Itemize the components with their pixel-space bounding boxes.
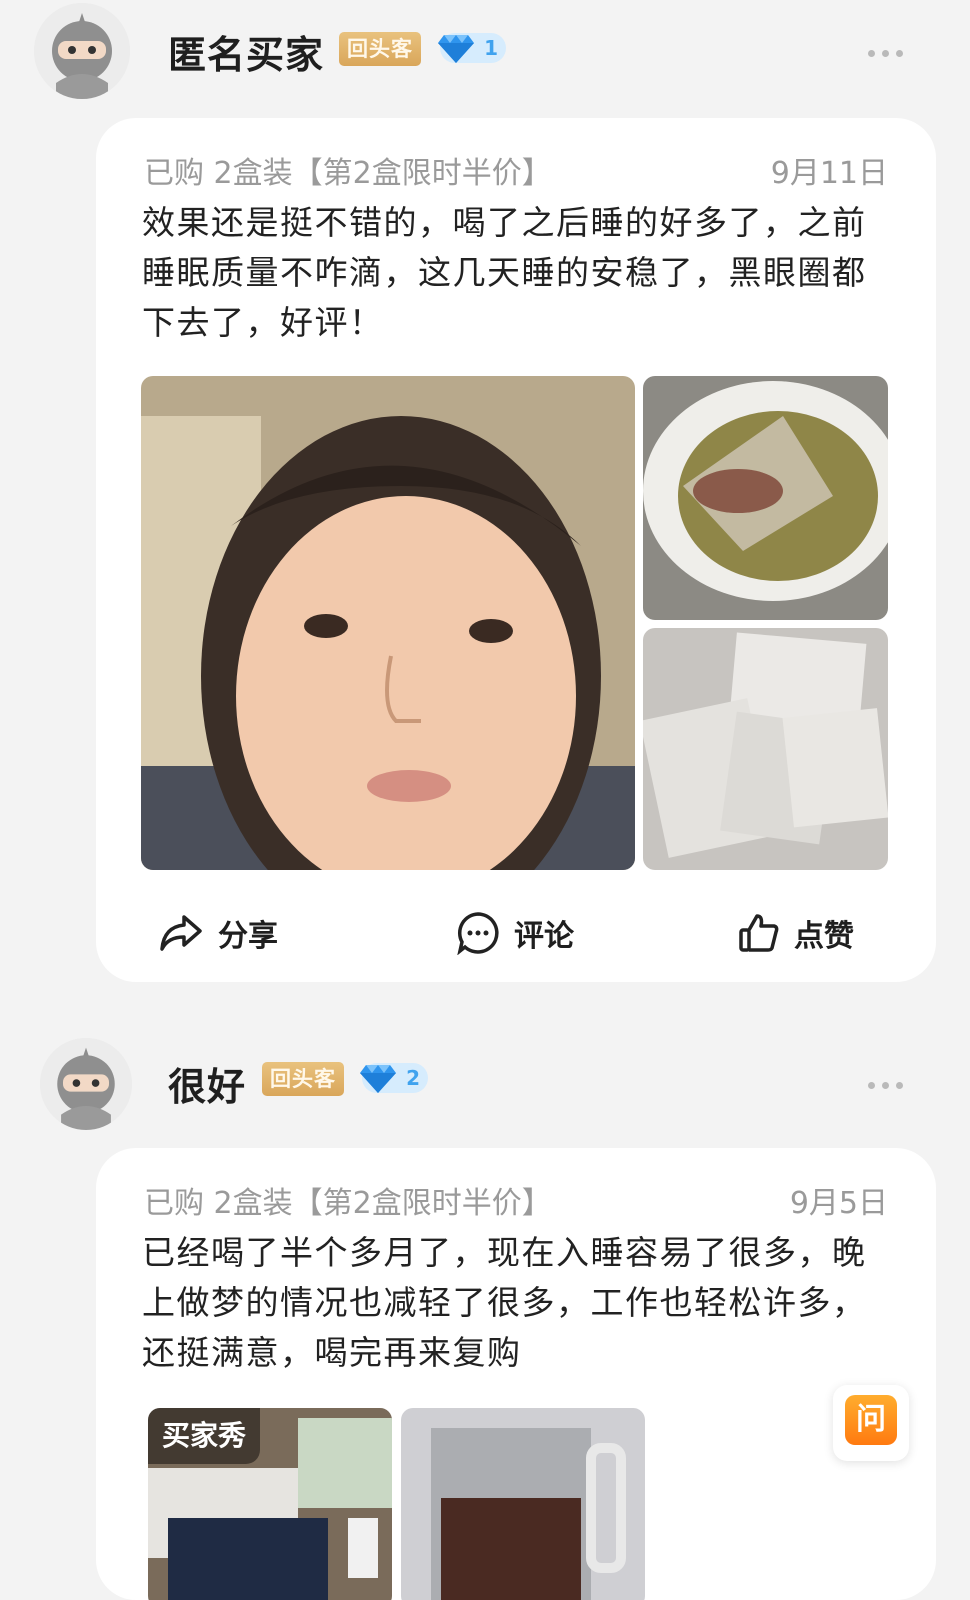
review-date: 9月11日 <box>770 156 888 191</box>
avatar[interactable] <box>40 1038 132 1130</box>
reviewer-header: 匿名买家 回头客 1 <box>0 0 970 100</box>
selfie-image <box>141 376 635 870</box>
purchase-info: 已购 2盒装【第2盒限时半价】 <box>144 156 552 191</box>
ask-label: 问 <box>845 1395 897 1445</box>
purchase-info: 已购 2盒装【第2盒限时半价】 <box>144 1186 552 1221</box>
review-date: 9月5日 <box>789 1186 888 1221</box>
share-icon <box>160 915 202 951</box>
diamond-icon <box>438 35 474 63</box>
review-photo-tea-cup[interactable] <box>643 376 888 620</box>
share-label: 分享 <box>218 919 278 954</box>
thumbs-up-icon <box>739 914 779 952</box>
review-photo-tea-bags[interactable] <box>643 628 888 870</box>
comment-label: 评论 <box>514 919 574 954</box>
level-badge: 2 <box>360 1063 428 1093</box>
tea-cup-image <box>643 376 888 620</box>
comment-button[interactable]: 评论 <box>456 908 574 958</box>
repeat-buyer-badge: 回头客 <box>262 1062 344 1096</box>
ninja-avatar-icon <box>40 1038 132 1130</box>
buyer-show-tag: 买家秀 <box>148 1408 261 1464</box>
comment-icon <box>457 912 499 955</box>
tea-bags-image <box>643 628 888 870</box>
level-badge: 1 <box>438 33 506 63</box>
review-photo-selfie[interactable] <box>141 376 635 870</box>
review-photo-package[interactable]: 买家秀 <box>148 1408 392 1600</box>
kettle-image <box>401 1408 645 1600</box>
avatar[interactable] <box>34 3 130 99</box>
more-options-icon[interactable] <box>868 1070 910 1094</box>
like-label: 点赞 <box>794 919 854 954</box>
ask-question-button[interactable]: 问 <box>833 1385 909 1461</box>
user-name: 匿名买家 <box>168 33 325 77</box>
review-card: 已购 2盒装【第2盒限时半价】 9月5日 已经喝了半个多月了，现在入睡容易了很多… <box>96 1148 936 1600</box>
ninja-avatar-icon <box>34 3 130 99</box>
share-button[interactable]: 分享 <box>158 908 278 958</box>
review-text: 已经喝了半个多月了，现在入睡容易了很多，晚上做梦的情况也减轻了很多，工作也轻松许… <box>142 1233 867 1372</box>
repeat-buyer-badge: 回头客 <box>339 32 421 66</box>
more-options-icon[interactable] <box>868 38 910 62</box>
level-number: 1 <box>484 36 498 60</box>
reviewer-header: 很好 回头客 2 <box>0 1030 970 1130</box>
review-card: 已购 2盒装【第2盒限时半价】 9月11日 效果还是挺不错的，喝了之后睡的好多了… <box>96 118 936 982</box>
level-number: 2 <box>406 1066 420 1090</box>
review-photo-kettle[interactable] <box>401 1408 645 1600</box>
like-button[interactable]: 点赞 <box>738 908 854 958</box>
user-name: 很好 <box>168 1065 247 1109</box>
diamond-icon <box>360 1065 396 1093</box>
review-text: 效果还是挺不错的，喝了之后睡的好多了，之前睡眠质量不咋滴，这几天睡的安稳了，黑眼… <box>142 203 867 342</box>
